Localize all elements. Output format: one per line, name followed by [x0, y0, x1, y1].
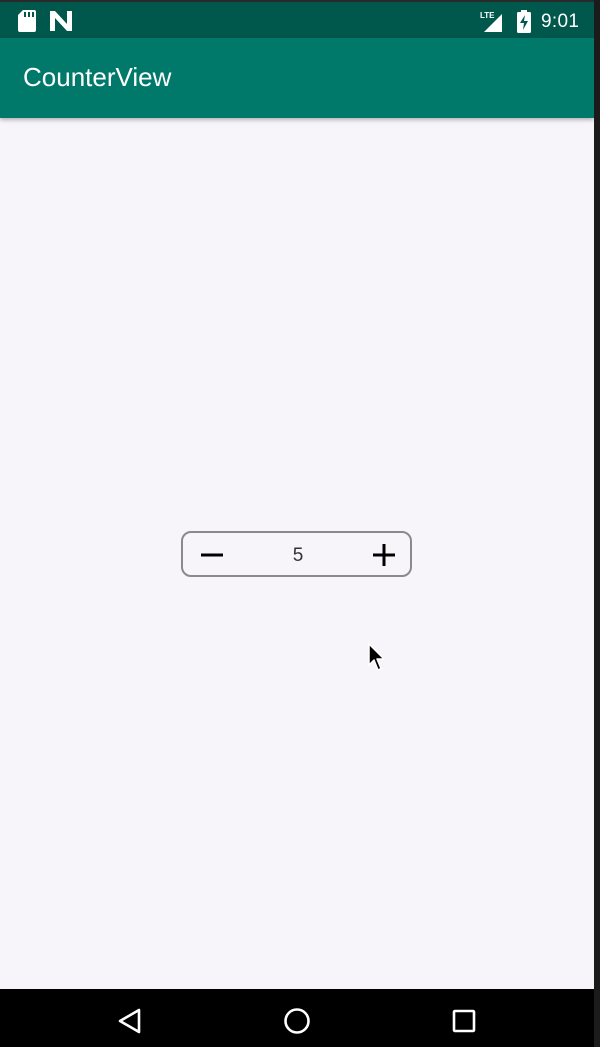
home-icon[interactable] [283, 1007, 311, 1035]
counter-value: 5 [292, 545, 304, 566]
navigation-bar [0, 989, 594, 1047]
app-bar: CounterView [0, 38, 594, 118]
status-bar: LTE 9:01 [0, 0, 594, 38]
counter-view: 5 [181, 531, 412, 577]
minus-icon [201, 553, 223, 557]
app-screen: LTE 9:01 CounterView 5 [0, 0, 594, 1047]
decrement-button[interactable] [198, 541, 226, 569]
increment-button[interactable] [370, 541, 398, 569]
n-logo-icon [50, 11, 72, 31]
lte-label: LTE [480, 11, 495, 20]
clock: 9:01 [541, 11, 580, 32]
battery-charging-icon [517, 10, 531, 33]
app-title: CounterView [23, 62, 172, 92]
lte-signal-icon: LTE [480, 10, 502, 37]
back-icon[interactable] [117, 1007, 143, 1035]
sd-card-icon [18, 10, 36, 32]
plus-icon [373, 544, 395, 566]
mouse-cursor-icon [368, 643, 385, 671]
screen-edge [594, 0, 600, 1047]
recents-icon[interactable] [451, 1007, 477, 1035]
